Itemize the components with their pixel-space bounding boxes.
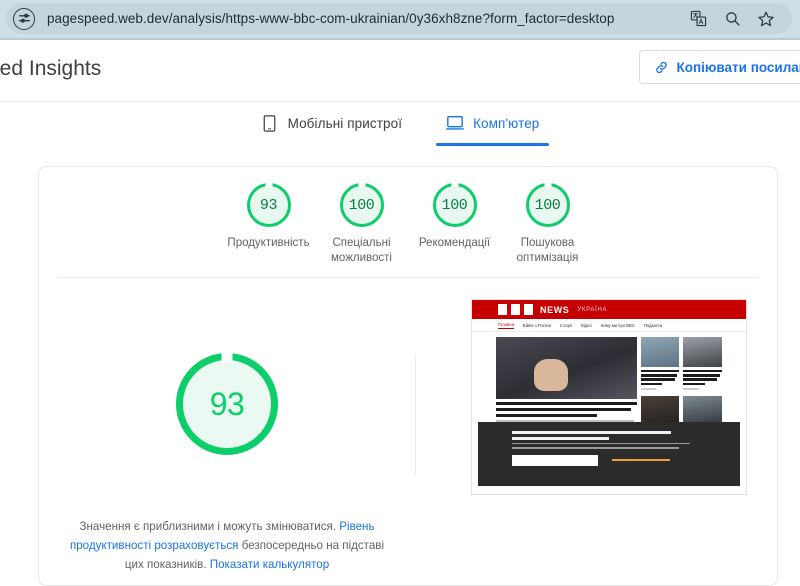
tab-active-underline [436,143,550,146]
form-factor-tabs: Мобільні пристрої Комп'ютер [0,102,800,146]
bbc-lead-headline [496,402,637,418]
bbc-nav-item: Подкасти [643,322,663,328]
bbc-article-headline [640,370,680,385]
bbc-nav-item: Кому ми про BBC [600,322,635,328]
copy-link-label: Копіювати посилання [676,59,800,75]
bbc-nav-item: Головна [498,321,514,329]
bbc-nav-item: Відео [581,322,592,328]
tab-desktop-label: Комп'ютер [473,115,540,131]
cookie-banner-body [512,442,706,449]
bbc-masthead: NEWS УКРАЇНА [472,300,746,319]
show-calculator-link[interactable]: Показати калькулятор [210,558,329,571]
screenshot-column: NEWS УКРАЇНА Головна Війна з Росією Істо… [433,279,777,585]
gauge-gap [544,182,551,187]
gauge-performance-large-wrap: 93 [176,351,278,455]
bbc-cookie-banner [478,422,740,486]
tab-mobile-label: Мобільні пристрої [287,115,403,131]
score-value: 100 [441,196,468,214]
score-value: 100 [348,196,375,214]
cookie-banner-title [512,431,706,440]
bbc-logo-block [524,304,533,315]
bbc-nav-item: Історії [560,322,573,328]
bbc-article-headline [683,370,722,385]
gauge-gap [265,182,272,187]
gauge-performance-large: 93 [176,351,278,455]
gauge-accessibility-small: 100 [339,182,384,227]
bookmark-star-icon[interactable] [756,9,776,29]
page-content: eed Insights Копіювати посилання Мобільн… [0,40,800,586]
page-screenshot-thumbnail[interactable]: NEWS УКРАЇНА Головна Війна з Росією Істо… [471,299,747,495]
results-card: 93 Продуктивність 100 Спеціальні можливо… [38,166,778,586]
copy-link-button[interactable]: Копіювати посилання [639,50,800,84]
score-label: Рекомендації [418,237,491,249]
score-item-accessibility[interactable]: 100 Спеціальні можливості [315,182,408,266]
gauge-gap [221,351,233,362]
bbc-article-image [640,337,680,367]
bbc-news-label: NEWS [540,304,570,315]
disclaimer-text-1: Значення є приблизними і можуть змінюват… [79,520,340,533]
desktop-icon [446,114,465,132]
performance-disclaimer: Значення є приблизними і можуть змінюват… [61,517,393,574]
link-icon [654,60,669,75]
cookie-banner-actions [512,454,706,466]
score-item-performance[interactable]: 93 Продуктивність [222,182,315,266]
gauge-performance-small: 93 [246,182,291,227]
score-value: 93 [259,196,278,214]
section-divider [57,277,759,278]
url-text[interactable]: pagespeed.web.dev/analysis/https-www-bbc… [47,11,688,26]
browser-chrome: pagespeed.web.dev/analysis/https-www-bbc… [0,0,800,38]
translate-icon[interactable] [688,9,708,29]
score-value: 100 [534,196,561,214]
tab-desktop[interactable]: Комп'ютер [436,108,550,146]
tab-mobile[interactable]: Мобільні пристрої [257,108,407,132]
cookie-ok-button[interactable] [512,454,598,466]
bbc-article-image [683,337,722,367]
gauge-seo-small: 100 [525,182,570,227]
bbc-nav: Головна Війна з Росією Історії Відео Ком… [472,319,746,332]
score-item-seo[interactable]: 100 Пошукова оптимізація [501,182,594,266]
performance-gauge-column: 93 Значення є приблизними і можуть зміню… [39,279,415,585]
search-icon[interactable] [722,9,742,29]
score-label: Пошукова оптимізація [516,237,579,264]
score-item-best-practices[interactable]: 100 Рекомендації [408,182,501,266]
tune-icon[interactable] [13,7,35,30]
gauge-gap [451,182,458,187]
bbc-logo-block [498,304,507,315]
bbc-lead-image [496,337,637,399]
score-label: Спеціальні можливості [331,237,392,264]
bbc-article-meta [640,387,657,390]
omnibox-actions [688,9,776,29]
bbc-article-meta [683,387,699,390]
address-bar[interactable]: pagespeed.web.dev/analysis/https-www-bbc… [6,3,792,34]
bbc-region-label: УКРАЇНА [577,306,608,313]
site-header: eed Insights Копіювати посилання [0,40,800,102]
score-summary-row: 93 Продуктивність 100 Спеціальні можливо… [39,167,777,266]
column-divider [415,355,416,475]
mobile-icon [261,114,279,132]
performance-score-value: 93 [209,385,245,422]
cookie-settings-link[interactable] [612,458,670,462]
gauge-gap [358,182,365,187]
performance-section: 93 Значення є приблизними і можуть зміню… [39,279,777,585]
bbc-logo-block [511,304,520,315]
bbc-nav-item: Війна з Росією [522,322,552,328]
gauge-best-practices-small: 100 [432,182,477,227]
page-title: eed Insights [0,57,102,80]
score-label: Продуктивність [227,237,310,249]
